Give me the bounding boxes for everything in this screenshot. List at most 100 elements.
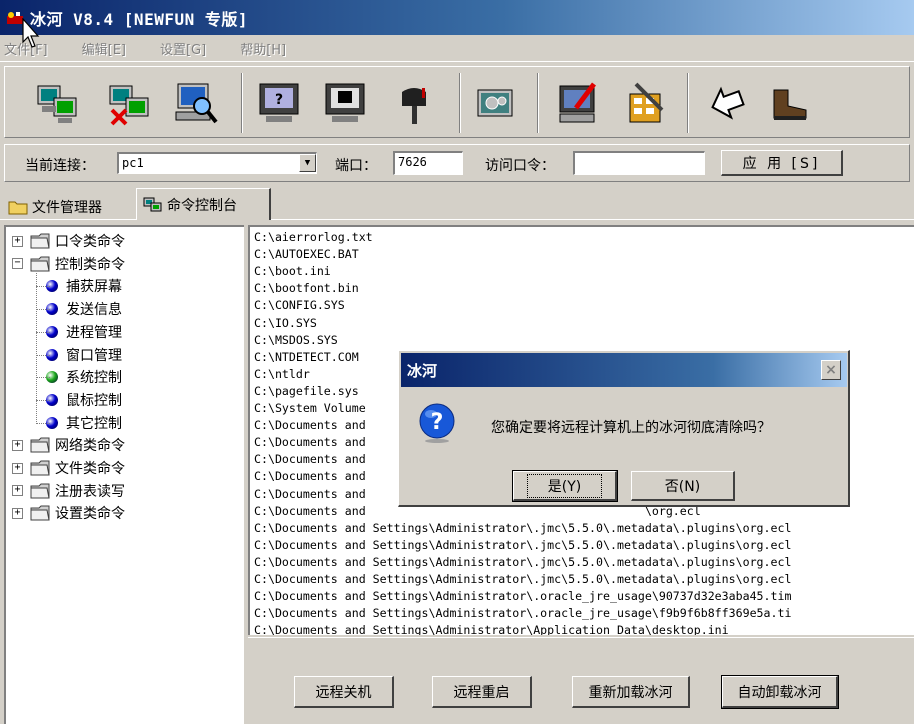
reload-button[interactable]: 重新加载冰河 <box>572 676 690 708</box>
tree-leaf[interactable]: 捕获屏幕 <box>46 275 122 297</box>
tree-label: 发送信息 <box>66 302 122 319</box>
expand-icon[interactable]: + <box>12 439 23 451</box>
monitor-pen-icon <box>559 82 596 123</box>
tree-leaf[interactable]: 窗口管理 <box>46 344 122 366</box>
yes-button-label: 是(Y) <box>526 473 603 498</box>
expand-icon[interactable]: + <box>12 507 23 519</box>
close-icon[interactable]: × <box>821 360 841 380</box>
tree-connector <box>36 377 50 379</box>
tree-leaf[interactable]: 系统控制 <box>46 366 122 388</box>
tab-strip: 文件管理器 命令控制台 <box>0 186 914 220</box>
tree-connector <box>36 422 50 424</box>
capture-screen-icon: ? <box>259 83 299 122</box>
tree-label: 文件类命令 <box>55 461 125 477</box>
exit-button[interactable] <box>763 77 815 129</box>
tree-leaf[interactable]: 发送信息 <box>46 298 122 320</box>
menu-settings[interactable]: 设置[G] <box>150 39 216 58</box>
password-input[interactable] <box>573 151 705 175</box>
menu-edit[interactable]: 编辑[E] <box>72 39 136 58</box>
no-button[interactable]: 否(N) <box>631 471 735 501</box>
console-line: C:\pagefile.sys <box>254 383 359 398</box>
add-host-button[interactable] <box>31 77 83 129</box>
no-button-label: 否(N) <box>664 478 701 495</box>
add-host-icon <box>37 85 77 123</box>
tree-label: 其它控制 <box>66 415 122 432</box>
tree-category[interactable]: + 设置类命令 <box>12 502 125 524</box>
console-line: C:\Documents and Settings\Administrator\… <box>254 537 792 552</box>
command-panel: 远程关机 远程重启 重新加载冰河 自动卸载冰河 <box>248 637 914 724</box>
expand-icon[interactable]: + <box>12 235 23 247</box>
connect-button[interactable] <box>701 77 753 129</box>
tab-label: 命令控制台 <box>167 197 237 214</box>
console-line: C:\ntldr <box>254 366 310 381</box>
tree-label: 控制类命令 <box>55 256 125 273</box>
config-tools-button[interactable] <box>619 77 671 129</box>
tab-command-console[interactable]: 命令控制台 <box>136 188 271 220</box>
tree-label: 网络类命令 <box>55 438 125 455</box>
folder-icon <box>30 256 50 272</box>
mailbox-button[interactable] <box>389 77 441 129</box>
current-connection-value: pc1 <box>122 156 144 170</box>
tree-category[interactable]: + 文件类命令 <box>12 457 125 479</box>
mouse-cursor-icon <box>22 18 40 48</box>
console-line: C:\IO.SYS <box>254 315 317 330</box>
search-host-button[interactable] <box>169 77 221 129</box>
confirm-dialog: 冰河 × ? 您确定要将远程计算机上的冰河彻底清除吗？ 是(Y) 否(N) <box>398 350 850 507</box>
screen-control-icon <box>325 83 365 122</box>
console-line: C:\CONFIG.SYS <box>254 298 345 313</box>
tree-category[interactable]: + 注册表读写 <box>12 480 125 502</box>
console-line: C:\Documents and Settings\Administrator\… <box>254 606 792 621</box>
button-label: 自动卸载冰河 <box>737 684 822 701</box>
tree-category[interactable]: + 网络类命令 <box>12 434 125 456</box>
button-label: 远程关机 <box>315 684 372 701</box>
dialog-message: 您确定要将远程计算机上的冰河彻底清除吗？ <box>491 420 771 436</box>
remote-restart-button[interactable]: 远程重启 <box>432 676 532 708</box>
auto-uninstall-button[interactable]: 自动卸载冰河 <box>721 675 839 709</box>
dialog-title-bar: 冰河 × <box>401 353 847 387</box>
remote-shutdown-button[interactable]: 远程关机 <box>294 676 394 708</box>
window-title: 冰河 V8.4 [NEWFUN 专版] <box>30 9 248 29</box>
capture-screen-button[interactable]: ? <box>253 77 305 129</box>
tree-connector <box>36 331 50 333</box>
tree-connector <box>36 354 50 356</box>
tree-label: 窗口管理 <box>66 347 122 364</box>
yes-button[interactable]: 是(Y) <box>512 470 618 502</box>
toolbar-separator <box>459 73 461 133</box>
folder-icon <box>30 233 50 249</box>
tree-category[interactable]: − 控制类命令 <box>12 253 125 275</box>
chevron-down-icon[interactable]: ▼ <box>299 154 316 172</box>
collapse-icon[interactable]: − <box>12 258 23 270</box>
svg-text:?: ? <box>275 92 283 108</box>
tree-leaf[interactable]: 进程管理 <box>46 321 122 343</box>
toolbar-separator <box>241 73 243 133</box>
toolbar-separator <box>687 73 689 133</box>
screen-control-button[interactable] <box>319 77 371 129</box>
menu-bar: 文件[F] 编辑[E] 设置[G] 帮助[H] <box>0 36 914 62</box>
console-line: C:\AUTOEXEC.BAT <box>254 247 359 262</box>
menu-help[interactable]: 帮助[H] <box>230 39 296 58</box>
console-line: C:\aierrorlog.txt <box>254 230 373 244</box>
tree-category[interactable]: + 口令类命令 <box>12 230 125 252</box>
console-line: C:\bootfont.bin <box>254 281 359 296</box>
port-input[interactable]: 7626 <box>393 151 463 175</box>
folder-icon <box>30 505 50 521</box>
dialog-title: 冰河 <box>407 361 438 380</box>
monitor-pen-button[interactable] <box>553 77 605 129</box>
tab-file-manager[interactable]: 文件管理器 <box>2 193 136 220</box>
apply-button[interactable]: 应 用 [S] <box>721 150 843 176</box>
tree-leaf[interactable]: 鼠标控制 <box>46 389 122 411</box>
delete-host-button[interactable] <box>103 77 155 129</box>
tree-label: 捕获屏幕 <box>66 279 122 296</box>
tree-leaf[interactable]: 其它控制 <box>46 412 122 434</box>
current-connection-select[interactable]: pc1 ▼ <box>117 152 317 174</box>
button-label: 重新加载冰河 <box>588 684 673 701</box>
console-line: C:\NTDETECT.COM <box>254 349 359 364</box>
expand-icon[interactable]: + <box>12 485 23 497</box>
settings-panel-button[interactable] <box>469 77 521 129</box>
console-line: C:\Documents and Settings\Administrator\… <box>254 589 792 604</box>
password-label: 访问口令： <box>485 158 555 174</box>
mailbox-icon <box>402 88 426 124</box>
tree-label: 设置类命令 <box>55 506 125 523</box>
expand-icon[interactable]: + <box>12 462 23 474</box>
folder-icon <box>8 201 28 214</box>
